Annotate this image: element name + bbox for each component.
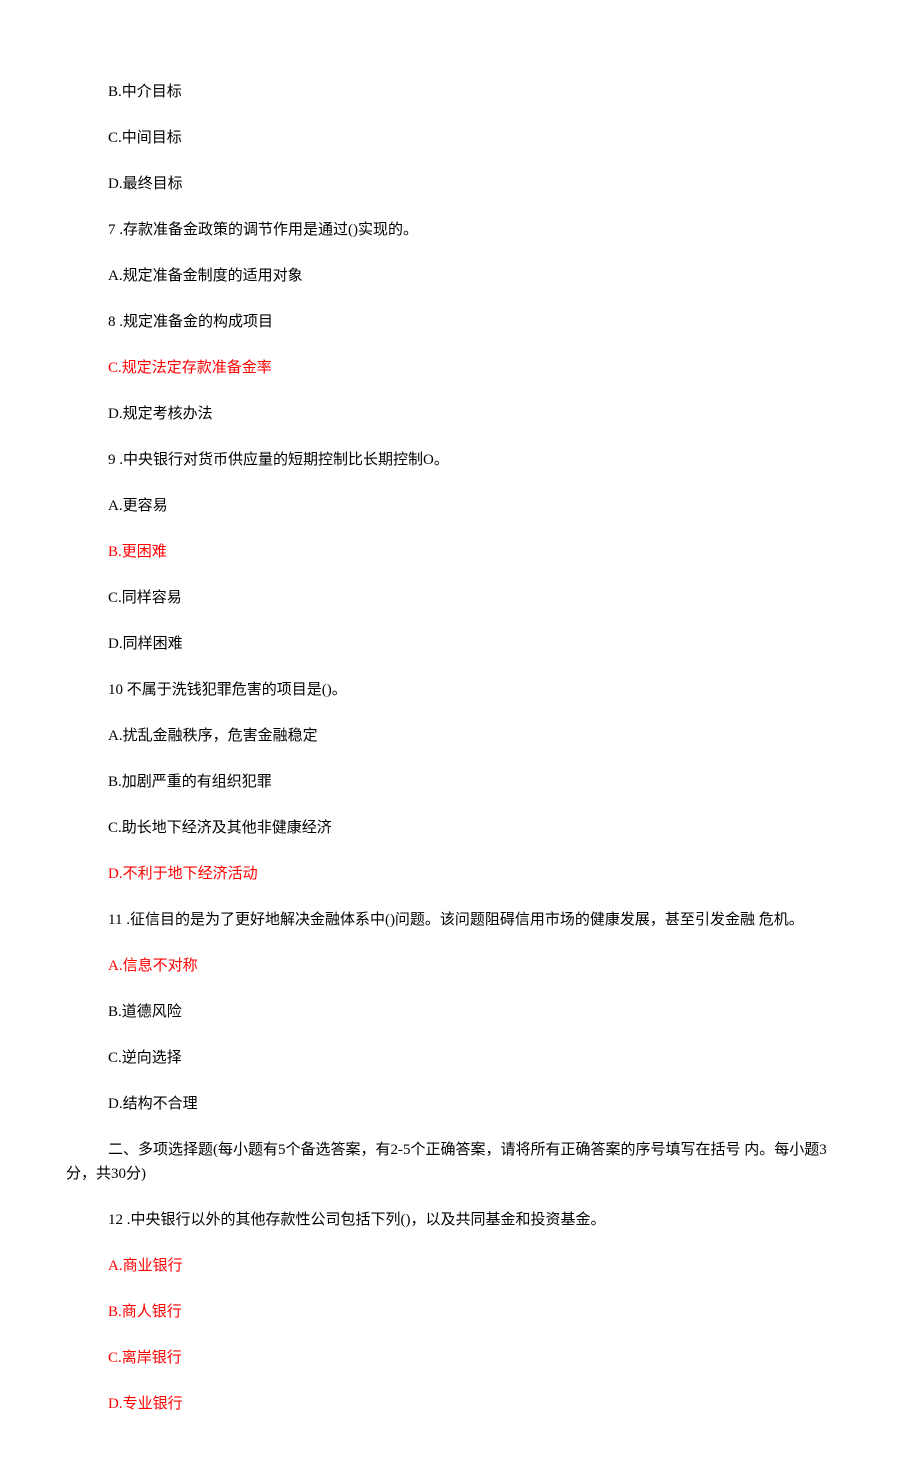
option-b: B.道德风险: [66, 1000, 854, 1024]
option-d: D.同样困难: [66, 632, 854, 656]
option-a: A.更容易: [66, 494, 854, 518]
option-c: C.同样容易: [66, 586, 854, 610]
option-a-correct: A.商业银行: [66, 1254, 854, 1278]
option-b-correct: B.商人银行: [66, 1300, 854, 1324]
option-8: 8 .规定准备金的构成项目: [66, 310, 854, 334]
option-d-correct: D.专业银行: [66, 1392, 854, 1416]
option-d: D.最终目标: [66, 172, 854, 196]
section-heading-2: 二、多项选择题(每小题有5个备选答案，有2-5个正确答案，请将所有正确答案的序号…: [66, 1138, 854, 1186]
question-10: 10 不属于洗钱犯罪危害的项目是()。: [66, 678, 854, 702]
question-9: 9 .中央银行对货币供应量的短期控制比长期控制O。: [66, 448, 854, 472]
option-d: D.结构不合理: [66, 1092, 854, 1116]
option-a: A.扰乱金融秩序，危害金融稳定: [66, 724, 854, 748]
question-11: 11 .征信目的是为了更好地解决金融体系中()问题。该问题阻碍信用市场的健康发展…: [66, 908, 854, 932]
option-d: D.规定考核办法: [66, 402, 854, 426]
option-c: C.中间目标: [66, 126, 854, 150]
option-a: A.规定准备金制度的适用对象: [66, 264, 854, 288]
option-c: C.逆向选择: [66, 1046, 854, 1070]
option-b-correct: B.更困难: [66, 540, 854, 564]
option-d-correct: D.不利于地下经济活动: [66, 862, 854, 886]
option-b: B.加剧严重的有组织犯罪: [66, 770, 854, 794]
option-a-correct: A.信息不对称: [66, 954, 854, 978]
question-12: 12 .中央银行以外的其他存款性公司包括下列()，以及共同基金和投资基金。: [66, 1208, 854, 1232]
option-c: C.助长地下经济及其他非健康经济: [66, 816, 854, 840]
option-b: B.中介目标: [66, 80, 854, 104]
option-c-correct: C.规定法定存款准备金率: [66, 356, 854, 380]
question-7: 7 .存款准备金政策的调节作用是通过()实现的。: [66, 218, 854, 242]
option-c-correct: C.离岸银行: [66, 1346, 854, 1370]
